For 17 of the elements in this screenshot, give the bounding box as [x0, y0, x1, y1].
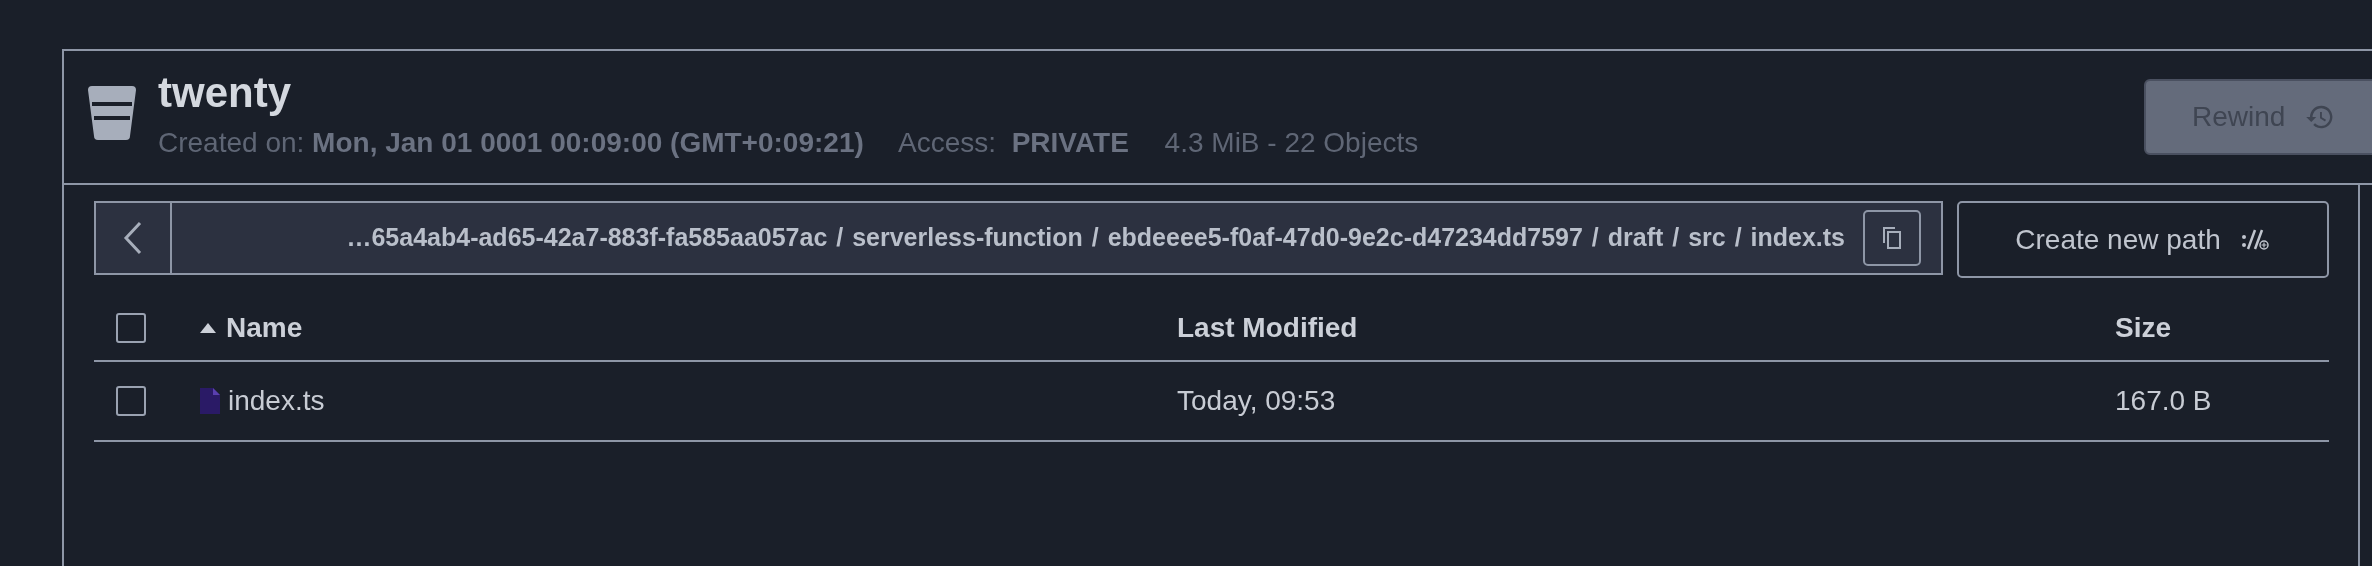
- file-size: 167.0 B: [2115, 385, 2212, 416]
- breadcrumb-path: …65a4ab4-ad65-42a7-883f-fa585aa057ac / serverless-function / ebdeeee5-f0af-47d0-9e2c-d47234dd7597 / draft / src / index.ts: [346, 222, 1845, 254]
- row-checkbox[interactable]: [116, 386, 146, 416]
- select-all-checkbox[interactable]: [116, 313, 146, 343]
- chevron-left-icon: [122, 220, 144, 256]
- column-header[interactable]: Last Modified: [1177, 312, 1358, 343]
- copy-button[interactable]: [1863, 210, 1921, 266]
- bucket-icon: [86, 86, 138, 140]
- file-name[interactable]: index.ts: [228, 380, 325, 422]
- bucket-name: twenty: [158, 69, 292, 117]
- modified-date: Today, 09:53: [1177, 385, 1336, 416]
- bucket-details: Created on: Mon, Jan 01 0001 00:09:00 (GMT+0:09:21) Access: PRIVATE 4.3 MiB - 22 Objects: [158, 126, 1419, 161]
- create-path-button[interactable]: Create new path: [1957, 201, 2329, 278]
- file-icon: [200, 388, 220, 414]
- column-header[interactable]: Name: [226, 307, 303, 349]
- column-header[interactable]: Size: [2115, 312, 2172, 343]
- copy-icon: [1880, 225, 1904, 251]
